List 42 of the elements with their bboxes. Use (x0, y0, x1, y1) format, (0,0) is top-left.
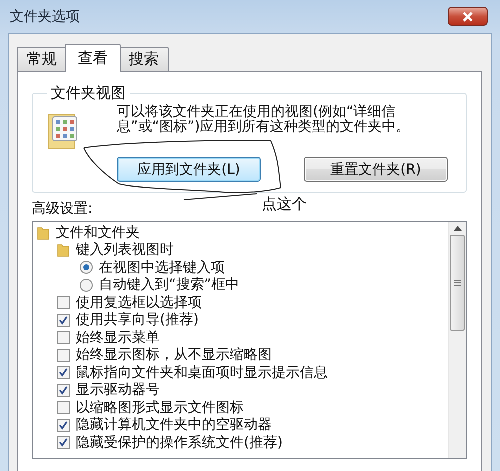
folder-label: 键入列表视图时 (76, 241, 174, 260)
option-label: 始终显示图标，从不显示缩略图 (76, 346, 272, 364)
checkbox[interactable] (57, 331, 70, 344)
radio-button[interactable] (80, 261, 93, 274)
scroll-thumb[interactable] (450, 235, 465, 331)
option-label: 隐藏计算机文件夹中的空驱动器 (76, 416, 272, 434)
option-label: 自动键入到“搜索”框中 (99, 276, 240, 294)
option-label: 显示驱动器号 (76, 381, 160, 400)
option-label: 鼠标指向文件夹和桌面项时显示提示信息 (76, 364, 328, 382)
folder-label: 文件和文件夹 (56, 224, 140, 242)
description-text: 可以将该文件夹正在使用的视图(例如“详细信息”或“图标”)应用到所有这种类型的文件夹中。 (117, 105, 412, 137)
scroll-up-icon[interactable] (454, 226, 462, 231)
checkbox[interactable] (57, 418, 70, 432)
checkbox[interactable] (57, 314, 70, 327)
close-icon (462, 12, 474, 22)
radio-button[interactable] (80, 278, 93, 292)
folder-icon (57, 243, 70, 258)
checkbox[interactable] (57, 401, 70, 414)
tab[interactable]: 搜索 (119, 47, 169, 71)
checkbox[interactable] (57, 384, 70, 397)
checkbox[interactable] (57, 296, 70, 310)
option-label: 始终显示菜单 (76, 328, 160, 347)
option-label: 使用共享向导(推荐) (76, 311, 199, 330)
scrollbar[interactable] (448, 222, 466, 458)
folder-button[interactable]: 重置文件夹(R) (304, 157, 448, 182)
group-title: 文件夹视图 (50, 84, 127, 103)
tab[interactable]: 查看 (65, 44, 121, 72)
annotation-text: 点这个 (262, 195, 307, 214)
advanced-settings-label: 高级设置: (32, 200, 93, 218)
folder-icon (37, 226, 50, 240)
option-label: 隐藏受保护的操作系统文件(推荐) (76, 434, 283, 452)
checkbox[interactable] (57, 366, 70, 380)
close-button[interactable] (448, 7, 488, 26)
folder-button[interactable]: 应用到文件夹(L) (117, 157, 261, 182)
window-title: 文件夹选项 (9, 8, 80, 26)
tab[interactable]: 常规 (17, 47, 67, 71)
option-label: 在视图中选择键入项 (99, 258, 225, 277)
checkbox[interactable] (57, 348, 70, 362)
option-label: 使用复选框以选择项 (76, 294, 202, 312)
checkbox[interactable] (57, 436, 70, 450)
grip-icon (454, 280, 461, 286)
option-label: 以缩略图形式显示文件图标 (76, 398, 244, 417)
